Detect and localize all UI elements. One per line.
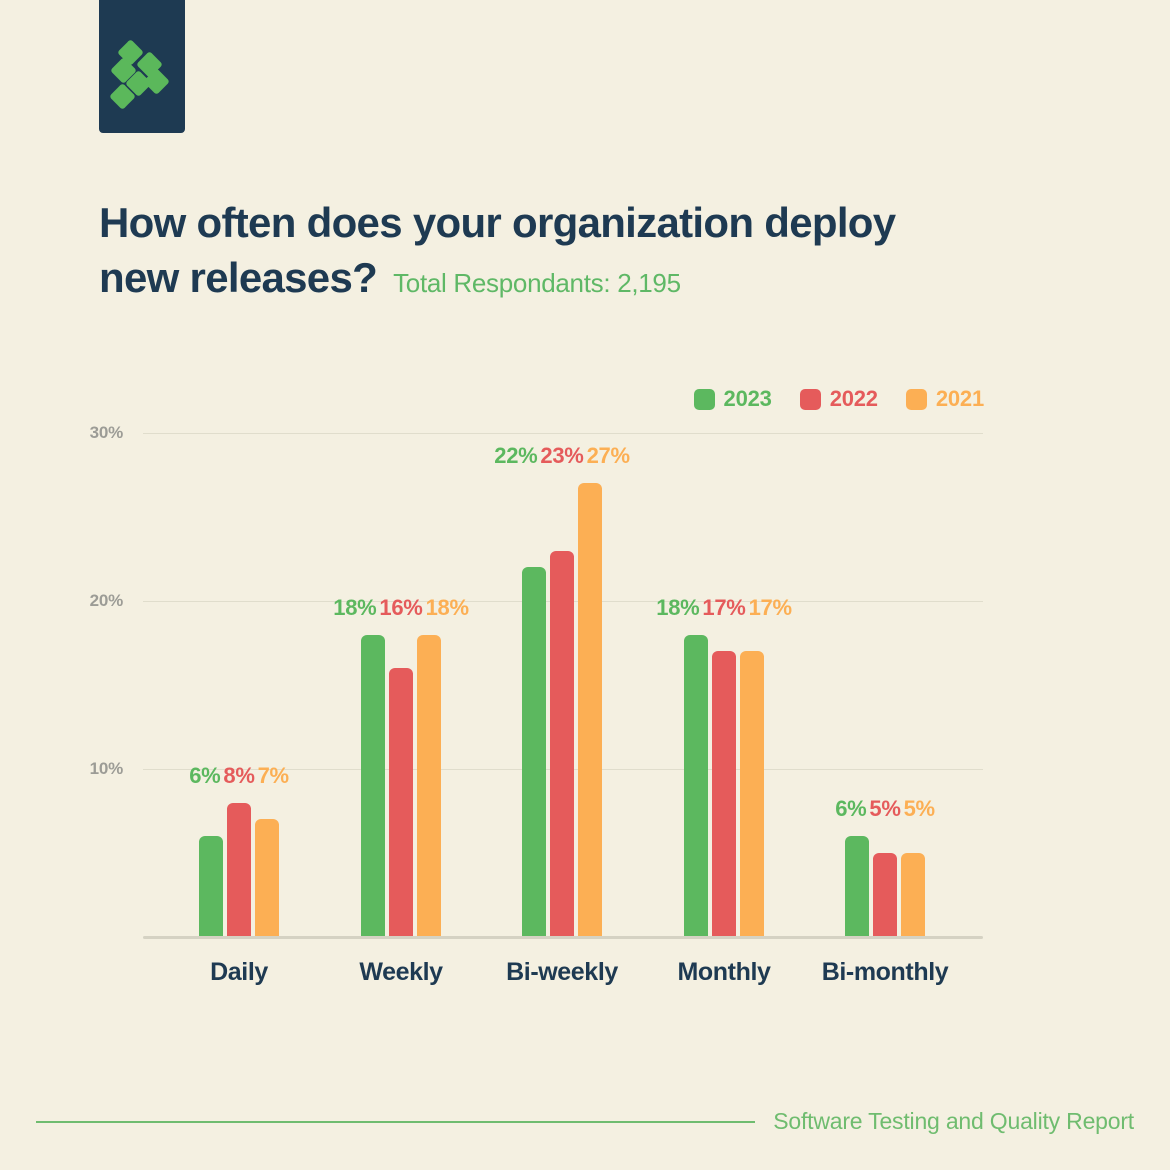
x-axis-label-daily: Daily [210, 958, 268, 986]
bar-daily-2022[interactable] [227, 802, 251, 937]
bar-bi-monthly-2022[interactable] [873, 853, 897, 937]
value-label-daily-2022: 8% [223, 762, 255, 788]
value-label-bi-monthly-2022: 5% [869, 796, 901, 822]
value-label-daily-2021: 7% [257, 762, 290, 788]
page-title-line2: new releases? [99, 254, 378, 301]
value-label-daily-2023: 6% [189, 762, 221, 788]
page-subtitle: Total Respondants: 2,195 [393, 268, 681, 298]
bar-bi-monthly-2021[interactable] [901, 853, 925, 937]
bar-bi-monthly-2023[interactable] [845, 836, 869, 937]
bar-monthly-2021[interactable] [740, 651, 764, 937]
bar-weekly-2023[interactable] [361, 634, 385, 937]
bar-group-bi-monthly [845, 433, 925, 937]
bar-group-daily [199, 433, 279, 937]
value-label-bi-weekly-2023: 22% [494, 443, 538, 469]
bar-monthly-2022[interactable] [712, 651, 736, 937]
gridline-10% [143, 769, 983, 770]
bar-group-bi-weekly [522, 433, 602, 937]
value-label-weekly-2023: 18% [333, 594, 377, 620]
page-title: How often does your organization deploy … [99, 199, 999, 311]
legend-item-2023[interactable]: 2023 [693, 386, 772, 412]
page-title-line1: How often does your organization deploy [99, 199, 896, 246]
brand-logo [99, 0, 185, 133]
legend-label-2022: 2022 [829, 386, 878, 411]
bar-bi-weekly-2023[interactable] [522, 567, 546, 937]
value-labels-daily: 6% 8% 7% [189, 763, 289, 789]
value-labels-bi-monthly: 6% 5% 5% [835, 796, 935, 822]
x-axis-label-bi-weekly: Bi-weekly [506, 958, 618, 986]
bar-daily-2021[interactable] [255, 819, 279, 937]
x-axis-label-monthly: Monthly [677, 958, 771, 986]
bar-bi-weekly-2022[interactable] [550, 550, 574, 937]
y-axis-tick-10%: 10% [89, 759, 124, 778]
bar-monthly-2023[interactable] [684, 634, 708, 937]
gridline-30% [143, 433, 983, 434]
footer-label: Software Testing and Quality Report [773, 1108, 1134, 1134]
legend-item-2022[interactable]: 2022 [799, 386, 878, 412]
bar-bi-weekly-2021[interactable] [578, 483, 602, 937]
legend-label-2021: 2021 [935, 386, 984, 411]
chart-legend: 2023 2022 2021 [693, 386, 984, 412]
value-label-bi-monthly-2021: 5% [903, 796, 936, 822]
value-label-weekly-2021: 18% [425, 594, 469, 620]
bar-daily-2023[interactable] [199, 836, 223, 937]
value-label-bi-weekly-2022: 23% [540, 443, 584, 469]
legend-swatch-2021 [905, 388, 927, 410]
chart-x-axis-line [143, 936, 983, 939]
bar-chart: 10% 20% 30% 6% 8% 7% 18% 16% 18% 22% 23% 27% 18% 17%… [0, 0, 1170, 1170]
value-labels-monthly: 18% 17% 17% [656, 594, 792, 621]
gridline-20% [143, 601, 983, 602]
y-axis-tick-30%: 30% [89, 423, 124, 442]
x-axis-label-bi-monthly: Bi-monthly [821, 958, 949, 986]
value-label-bi-weekly-2021: 27% [586, 443, 630, 469]
logo-diamonds [99, 0, 185, 133]
value-labels-bi-weekly: 22% 23% 27% [494, 443, 630, 469]
legend-swatch-2023 [693, 388, 715, 410]
value-label-bi-monthly-2023: 6% [835, 796, 867, 822]
value-labels-weekly: 18% 16% 18% [333, 594, 469, 621]
chart-plot-area: 6% 8% 7% 18% 16% 18% 22% 23% 27% 18% 17% 17% 6% 5% 5% [143, 433, 983, 937]
bar-group-monthly [684, 433, 764, 937]
y-axis-tick-20%: 20% [89, 591, 124, 610]
x-axis-label-weekly: Weekly [359, 958, 443, 986]
page-header: How often does your organization deploy … [99, 195, 999, 311]
bar-weekly-2022[interactable] [389, 668, 413, 937]
page-title-line2-wrap: new releases? Total Respondants: 2,195 [99, 250, 999, 311]
footer-divider [36, 1120, 756, 1123]
legend-item-2021[interactable]: 2021 [905, 386, 984, 412]
legend-swatch-2022 [799, 388, 821, 410]
bar-weekly-2021[interactable] [417, 634, 441, 937]
footer: Software Testing and Quality Report [36, 1108, 1134, 1135]
value-label-monthly-2021: 17% [748, 594, 792, 620]
value-label-monthly-2023: 18% [656, 594, 700, 620]
value-label-weekly-2022: 16% [379, 594, 423, 620]
value-label-monthly-2022: 17% [702, 594, 746, 620]
bar-group-weekly [361, 433, 441, 937]
legend-label-2023: 2023 [723, 386, 772, 411]
